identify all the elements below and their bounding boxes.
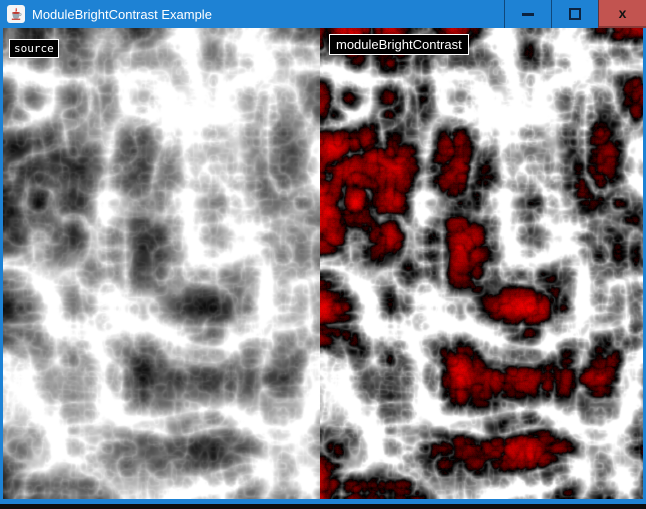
window-drop-shadow [0,504,646,509]
modulebrightcontrast-image [320,28,643,499]
minimize-button[interactable] [504,0,551,28]
maximize-icon [569,8,581,20]
java-app-icon [7,5,25,23]
close-button[interactable]: x [598,0,646,28]
modulebrightcontrast-label: moduleBrightContrast [329,34,469,55]
maximize-button[interactable] [551,0,598,28]
panel-modulebrightcontrast: moduleBrightContrast [320,28,643,499]
window-title: ModuleBrightContrast Example [32,7,504,22]
panel-source: source [3,28,320,499]
source-label: source [9,39,59,58]
app-window: ModuleBrightContrast Example x source mo… [0,0,646,509]
titlebar[interactable]: ModuleBrightContrast Example x [0,0,646,28]
window-controls: x [504,0,646,28]
minimize-icon [522,13,534,16]
image-display-area: source moduleBrightContrast [0,28,646,499]
source-image [3,28,320,499]
close-icon: x [619,6,627,20]
